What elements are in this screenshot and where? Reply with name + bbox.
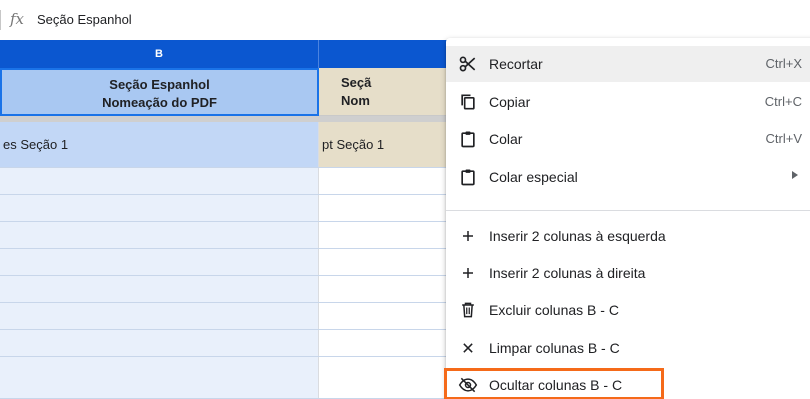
scissors-icon: [459, 56, 476, 72]
menu-item-label: Colar especial: [489, 169, 578, 185]
trash-icon: [462, 302, 474, 318]
menu-item-label: Recortar: [489, 56, 543, 72]
menu-item-hide-columns[interactable]: Ocultar colunas B - C: [446, 367, 810, 399]
plus-icon: [463, 268, 473, 278]
menu-item-label: Inserir 2 colunas à direita: [489, 265, 646, 281]
menu-item-label: Ocultar colunas B - C: [489, 377, 623, 393]
context-menu: Recortar Ctrl+X Copiar Ctrl+C Colar Ctrl…: [446, 38, 810, 399]
menu-item-insert-left[interactable]: Inserir 2 colunas à esquerda: [446, 218, 810, 254]
clipboard-icon: [461, 131, 475, 148]
cell-b[interactable]: [0, 168, 319, 194]
cell-b[interactable]: [0, 195, 319, 221]
spreadsheet-view: fx Seção Espanhol B Seção Espanhol Nomea…: [0, 0, 810, 399]
cell-b[interactable]: [0, 357, 319, 398]
menu-item-paste[interactable]: Colar Ctrl+V: [446, 121, 810, 157]
menu-item-label: Copiar: [489, 94, 531, 110]
formula-divider: [0, 10, 1, 30]
menu-item-paste-special[interactable]: Colar especial: [446, 159, 810, 195]
menu-item-label: Inserir 2 colunas à esquerda: [489, 228, 666, 244]
menu-shortcut: Ctrl+C: [764, 94, 802, 109]
plus-icon: [463, 231, 473, 241]
formula-bar: fx Seção Espanhol: [0, 0, 810, 41]
menu-item-label: Excluir colunas B - C: [489, 302, 619, 318]
cell-b[interactable]: [0, 222, 319, 248]
column-header-b[interactable]: B: [0, 40, 319, 68]
eye-off-icon: [458, 377, 478, 393]
cell-b1[interactable]: Seção Espanhol Nomeação do PDF: [0, 68, 319, 116]
formula-input[interactable]: Seção Espanhol: [37, 11, 132, 29]
cell-b[interactable]: es Seção 1: [0, 122, 319, 167]
menu-item-cut[interactable]: Recortar Ctrl+X: [446, 46, 810, 82]
cell-b[interactable]: [0, 330, 319, 356]
menu-shortcut: Ctrl+X: [765, 56, 802, 71]
submenu-arrow-icon: [792, 171, 798, 179]
menu-shortcut: Ctrl+V: [765, 131, 802, 146]
fx-icon: fx: [10, 10, 25, 28]
cell-b[interactable]: [0, 276, 319, 302]
cell-b[interactable]: [0, 303, 319, 329]
menu-item-insert-right[interactable]: Inserir 2 colunas à direita: [446, 255, 810, 291]
menu-divider: [446, 210, 810, 211]
clipboard-icon: [461, 169, 475, 186]
close-icon: [463, 343, 473, 353]
menu-item-label: Limpar colunas B - C: [489, 340, 620, 356]
menu-item-delete-columns[interactable]: Excluir colunas B - C: [446, 292, 810, 328]
menu-item-label: Colar: [489, 131, 523, 147]
menu-item-clear-columns[interactable]: Limpar colunas B - C: [446, 330, 810, 366]
cell-b[interactable]: [0, 249, 319, 275]
copy-icon: [461, 94, 475, 110]
menu-item-copy[interactable]: Copiar Ctrl+C: [446, 84, 810, 120]
